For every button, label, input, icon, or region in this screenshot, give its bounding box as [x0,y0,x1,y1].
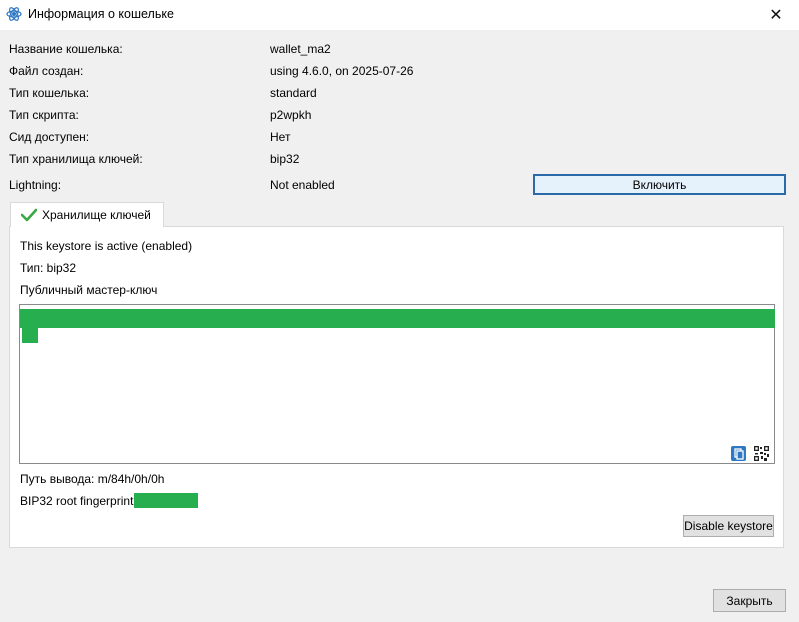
wallet-type-label: Тип кошелька: [9,86,90,100]
keystore-type-value: bip32 [270,152,300,166]
file-created-label: Файл создан: [9,64,84,78]
electrum-logo-icon [6,7,22,21]
lightning-value: Not enabled [270,178,335,192]
seed-available-value: Нет [270,130,291,144]
redacted-fingerprint [134,493,198,508]
qr-code-icon[interactable] [754,446,769,461]
tab-keystore-label: Хранилище ключей [42,208,151,222]
lightning-label: Lightning: [9,178,62,192]
enable-lightning-button[interactable]: Включить [533,174,786,195]
checkmark-icon [21,208,37,222]
file-created-value: using 4.6.0, on 2025-07-26 [270,64,414,78]
keystore-type-line: Тип: bip32 [20,261,77,275]
redacted-key-block-tail [22,328,38,343]
title-bar: Информация о кошельке ✕ [0,0,799,30]
copy-icon[interactable] [731,446,746,461]
derivation-path: Путь вывода: m/84h/0h/0h [20,472,165,486]
seed-available-label: Сид доступен: [9,130,90,144]
disable-keystore-button[interactable]: Disable keystore [683,515,774,537]
keystore-panel: This keystore is active (enabled) Тип: b… [9,226,784,548]
close-button[interactable]: Закрыть [713,589,786,612]
close-icon: ✕ [769,7,783,24]
keystore-status: This keystore is active (enabled) [20,239,193,253]
wallet-name-label: Название кошелька: [9,42,123,56]
redacted-key-block [20,309,775,328]
master-public-key-label: Публичный мастер-ключ [20,283,158,297]
script-type-value: p2wpkh [270,108,312,122]
window-close-button[interactable]: ✕ [753,0,799,30]
master-public-key-field[interactable] [19,304,775,464]
script-type-label: Тип скрипта: [9,108,79,122]
keystore-type-label: Тип хранилища ключей: [9,152,143,166]
window-title: Информация о кошельке [28,7,174,21]
tab-keystore[interactable]: Хранилище ключей [10,202,164,227]
fingerprint-label: BIP32 root fingerprint [20,494,134,508]
wallet-name-value: wallet_ma2 [270,42,331,56]
wallet-type-value: standard [270,86,317,100]
